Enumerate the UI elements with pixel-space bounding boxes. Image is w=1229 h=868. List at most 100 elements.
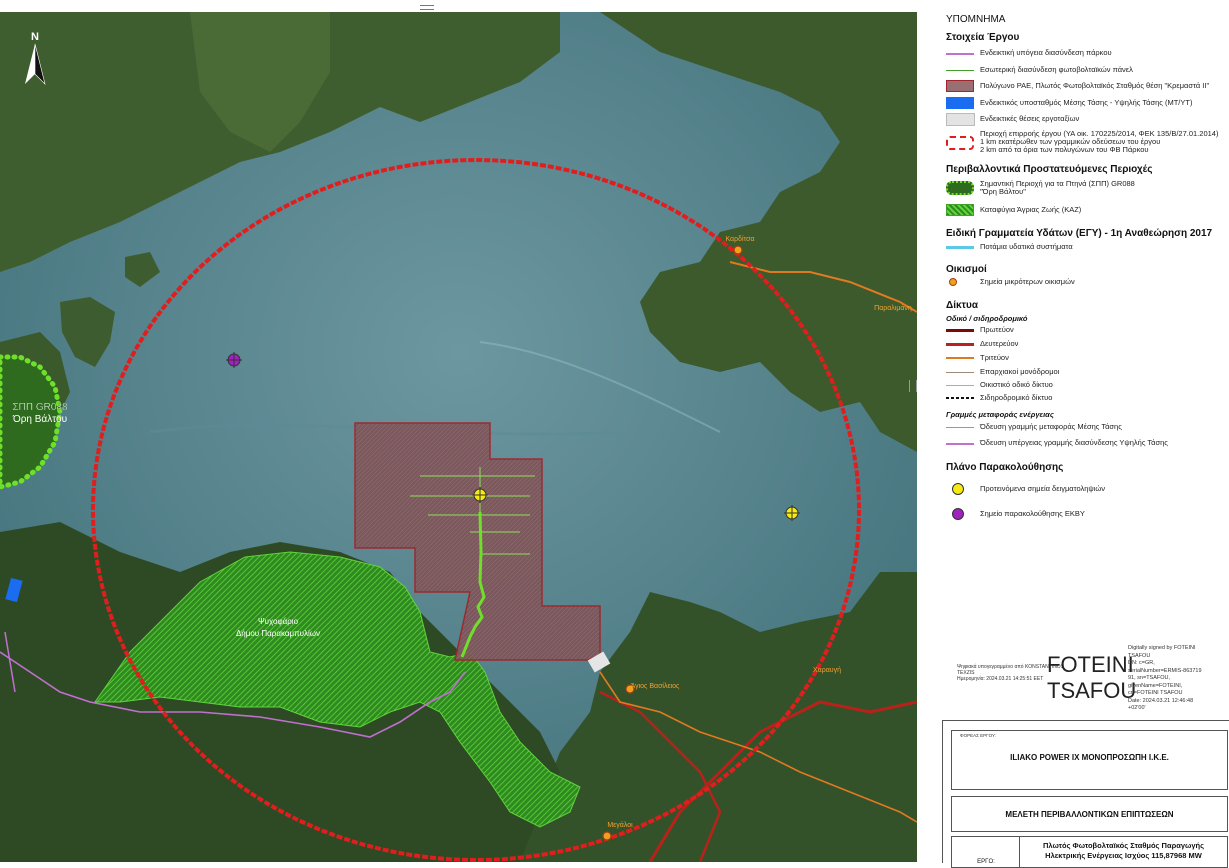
legend-protected-heading: Περιβαλλοντικά Προστατευόμενες Περιοχές [946,164,1153,175]
spa-symbol-icon [946,180,974,196]
legend-label: Εσωτερική διασύνδεση φωτοβολταϊκών πάνελ [980,65,1133,74]
project-label-box: ΕΡΓΟ: [951,836,1021,868]
line-symbol-icon [946,338,974,350]
legend-label: Ενδεικτική υπόγεια διασύνδεση πάρκου [980,48,1112,57]
influence-symbol-icon [946,135,974,150]
village-label-center: Άγιος Βασίλειος [631,682,680,690]
railway-symbol-icon [946,392,974,404]
legend-item-road-primary: Πρωτεύον [946,323,1014,337]
settlement-marker-bottom [602,831,612,841]
legend-label: Επαρχιακοί μονόδρομοι [980,367,1060,376]
project-label: ΕΡΓΟ: [977,859,995,865]
legend-label: Τριτεύον [980,353,1009,362]
polygon-symbol-icon [946,80,974,92]
project-line1: Πλωτός Φωτοβολταϊκός Σταθμός Παραγωγής [1043,841,1204,850]
legend-project-heading: Στοιχεία Έργου [946,32,1020,43]
line-symbol-icon [946,64,974,76]
village-label-top: Καρδίτσα [725,235,754,243]
settlement-symbol-icon [946,276,974,288]
line-symbol-icon [946,437,974,449]
legend-label: Ενδεικτικός υποσταθμός Μέσης Τάσης - Υψη… [980,98,1193,107]
line-symbol-icon [946,379,974,391]
legend-label: Σιδηροδρομικό δίκτυο [980,393,1053,402]
legend-roads-subheading: Οδικό / σιδηροδρομικό [946,314,1028,323]
legend-water-heading: Ειδική Γραμματεία Υδάτων (ΕΓΥ) - 1η Αναθ… [946,228,1213,239]
refuge-label-line1: Ψυχοφάριο [258,617,299,626]
legend-item-polygon: Πολύγωνο ΡΑΕ, Πλωτός Φωτοβολταϊκός Σταθμ… [946,79,1209,93]
refuge-label-line2: Δήμου Παρακαμπυλίων [236,629,320,638]
legend-networks-heading: Δίκτυα [946,300,978,311]
sign-small-3: Ημερομηνία: 2024.03.21 14:25:51 EET [957,676,1044,682]
signer-name-line2: TSAFOU [1047,678,1137,703]
legend-label: Σημεία μικρότερων οικισμών [980,277,1075,286]
legend-label: Προτεινόμενα σημεία δειγματοληψιών [980,484,1106,493]
legend-item-internal: Εσωτερική διασύνδεση φωτοβολταϊκών πάνελ [946,63,1133,77]
legend-item-railway: Σιδηροδρομικό δίκτυο [946,391,1052,405]
owner-name: ILIAKO POWER IX ΜΟΝΟΠΡΟΣΩΠΗ Ι.Κ.Ε. [1010,753,1169,762]
legend-item-mv-line: Όδευση γραμμής μεταφοράς Μέσης Τάσης [946,420,1122,434]
legend-energy-subheading: Γραμμές μεταφοράς ενέργειας [946,410,1054,419]
title-block: ΦΟΡΕΑΣ ΕΡΓΟΥ: ILIAKO POWER IX ΜΟΝΟΠΡΟΣΩΠ… [942,720,1229,868]
legend-monitoring-heading: Πλάνο Παρακολούθησης [946,462,1064,473]
legend-item-site: Ενδεικτικές θέσεις εργοταξίων [946,112,1079,126]
legend-panel: ΥΠΟΜΝΗΜΑ Στοιχεία Έργου Ενδεικτική υπόγε… [938,12,1229,632]
map-panel[interactable]: ΣΠΠ GR088 Όρη Βάλτου Ψυχοφάριο Δήμου Παρ… [0,12,917,862]
line-symbol-icon [946,324,974,336]
legend-item-rivers: Ποτάμια υδατικά συστήματα [946,240,1073,254]
legend-label: Σημαντική Περιοχή για τα Πτηνά (ΣΠΠ) GR0… [980,179,1135,196]
line-symbol-icon [946,421,974,433]
village-label-bottom-right: Χαραυγή [813,667,841,674]
project-box: Πλωτός Φωτοβολταϊκός Σταθμός Παραγωγής Η… [1019,836,1228,868]
legend-item-substation: Ενδεικτικός υποσταθμός Μέσης Τάσης - Υψη… [946,96,1192,110]
legend-label: Δευτερεύον [980,339,1019,348]
top-frame [0,0,1229,12]
site-symbol-icon [946,113,975,126]
legend-label: Όδευση υπέργειας γραμμής διασύνδεσης Υψη… [980,438,1168,447]
top-tick-mark [420,5,434,10]
owner-label: ΦΟΡΕΑΣ ΕΡΓΟΥ: [960,733,996,738]
owner-box: ΦΟΡΕΑΣ ΕΡΓΟΥ: ILIAKO POWER IX ΜΟΝΟΠΡΟΣΩΠ… [951,730,1228,790]
legend-title: ΥΠΟΜΝΗΜΑ [946,14,1006,25]
legend-label: Οικιστικό οδικό δίκτυο [980,380,1053,389]
legend-item-road-local: Οικιστικό οδικό δίκτυο [946,378,1053,392]
legend-label: Ποτάμια υδατικά συστήματα [980,242,1073,251]
legend-item-road-tertiary: Τριτεύον [946,351,1009,365]
legend-label: Καταφύγια Άγριας Ζωής (ΚΑΖ) [980,205,1082,214]
digital-sign-details: Digitally signed by FOTEINI TSAFOU DN: c… [1128,645,1202,711]
legend-label: Όδευση γραμμής μεταφοράς Μέσης Τάσης [980,422,1122,431]
legend-settlements-heading: Οικισμοί [946,264,987,275]
legend-label: Πολύγωνο ΡΑΕ, Πλωτός Φωτοβολταϊκός Σταθμ… [980,81,1210,90]
legend-item-ekby: Σημείο παρακολούθησης ΕΚΒΥ [946,507,1085,521]
study-box: ΜΕΛΕΤΗ ΠΕΡΙΒΑΛΛΟΝΤΙΚΩΝ ΕΠΙΠΤΩΣΕΩΝ [951,796,1228,832]
legend-item-settlements: Σημεία μικρότερων οικισμών [946,275,1075,289]
study-title: ΜΕΛΕΤΗ ΠΕΡΙΒΑΛΛΟΝΤΙΚΩΝ ΕΠΙΠΤΩΣΕΩΝ [1005,810,1174,819]
map-canvas: ΣΠΠ GR088 Όρη Βάλτου Ψυχοφάριο Δήμου Παρ… [0,12,917,862]
line-symbol-icon [946,47,974,59]
legend-item-road-secondary: Δευτερεύον [946,337,1018,351]
legend-item-influence: Περιοχή επιρροής έργου (ΥΑ οικ. 170225/2… [946,130,1218,154]
settlement-marker-top [733,245,743,255]
legend-item-underground: Ενδεικτική υπόγεια διασύνδεση πάρκου [946,46,1112,60]
map-right-scroll-handle[interactable] [909,380,917,392]
village-label-bottom: Μεγάλοι [607,821,633,829]
legend-label: Περιοχή επιρροής έργου (ΥΑ οικ. 170225/2… [980,129,1219,154]
line-symbol-icon [946,352,974,364]
ekby-point-icon [946,508,974,520]
spa-label-line2: Όρη Βάλτου [12,413,67,425]
line-symbol-icon [946,366,974,378]
legend-item-hv-line: Όδευση υπέργειας γραμμής διασύνδεσης Υψη… [946,436,1168,450]
north-label: N [31,31,39,43]
legend-item-sample: Προτεινόμενα σημεία δειγματοληψιών [946,482,1105,496]
legend-label: Ενδεικτικές θέσεις εργοταξίων [980,114,1080,123]
substation-symbol-icon [946,97,974,109]
refuge-symbol-icon [946,204,974,216]
river-symbol-icon [946,241,974,253]
legend-label: Σημείο παρακολούθησης ΕΚΒΥ [980,509,1085,518]
legend-item-refuge: Καταφύγια Άγριας Ζωής (ΚΑΖ) [946,203,1081,217]
signer-name-line1: FOTEINI [1047,652,1134,677]
legend-label: Πρωτεύον [980,325,1014,334]
spa-label-line1: ΣΠΠ GR088 [12,402,68,413]
digital-signature-block: Ψηφιακά υπογεγραμμένο από KONSTANTINOS T… [955,640,1229,720]
legend-item-road-oneway: Επαρχιακοί μονόδρομοι [946,365,1059,379]
project-line2: Ηλεκτρικής Ενέργειας Ισχύος 115,87968 MW [1045,851,1202,860]
